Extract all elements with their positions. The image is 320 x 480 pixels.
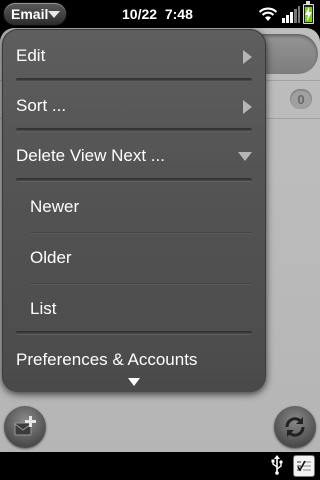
menu-subitem-older[interactable]: Older: [2, 233, 266, 283]
compose-mail-icon: [14, 416, 36, 436]
app-menu-panel: Edit Sort ... Delete View Next ... Newer…: [2, 29, 266, 392]
chevron-right-icon: [243, 100, 252, 114]
menu-item-label: Edit: [16, 46, 46, 65]
status-date: 10/22: [122, 6, 158, 22]
menu-subitem-label: Older: [30, 248, 72, 267]
chevron-down-icon: [238, 152, 252, 161]
battery-charging-icon[interactable]: [303, 1, 314, 24]
status-bar: Email 10/22 7:48: [0, 0, 320, 28]
menu-item-sort[interactable]: Sort ...: [2, 81, 266, 131]
clock: 10/22 7:48: [122, 6, 193, 22]
app-menu-button[interactable]: Email: [4, 3, 66, 25]
chevron-right-icon: [243, 50, 252, 64]
wifi-icon[interactable]: [258, 6, 278, 22]
status-time: 7:48: [164, 6, 193, 22]
sync-icon: [285, 417, 305, 437]
menu-subitem-newer[interactable]: Newer: [2, 182, 266, 232]
menu-subitem-label: List: [30, 299, 57, 318]
signal-bars-icon[interactable]: [282, 6, 300, 23]
menu-subitem-list[interactable]: List: [2, 284, 266, 334]
menu-item-label: Preferences & Accounts: [16, 350, 198, 369]
scroll-down-icon[interactable]: [128, 378, 140, 386]
chevron-down-icon: [48, 11, 60, 18]
menu-item-label: Sort ...: [16, 96, 67, 115]
menu-item-delete-view-next[interactable]: Delete View Next ...: [2, 131, 266, 181]
notification-icon[interactable]: [294, 456, 314, 476]
app-menu-title: Email: [11, 6, 49, 22]
compose-button[interactable]: [4, 406, 46, 448]
usb-icon: [271, 455, 283, 475]
menu-item-edit[interactable]: Edit: [2, 31, 266, 81]
sync-button[interactable]: [274, 406, 316, 448]
menu-subitem-label: Newer: [30, 197, 80, 216]
menu-item-label: Delete View Next ...: [16, 146, 165, 165]
